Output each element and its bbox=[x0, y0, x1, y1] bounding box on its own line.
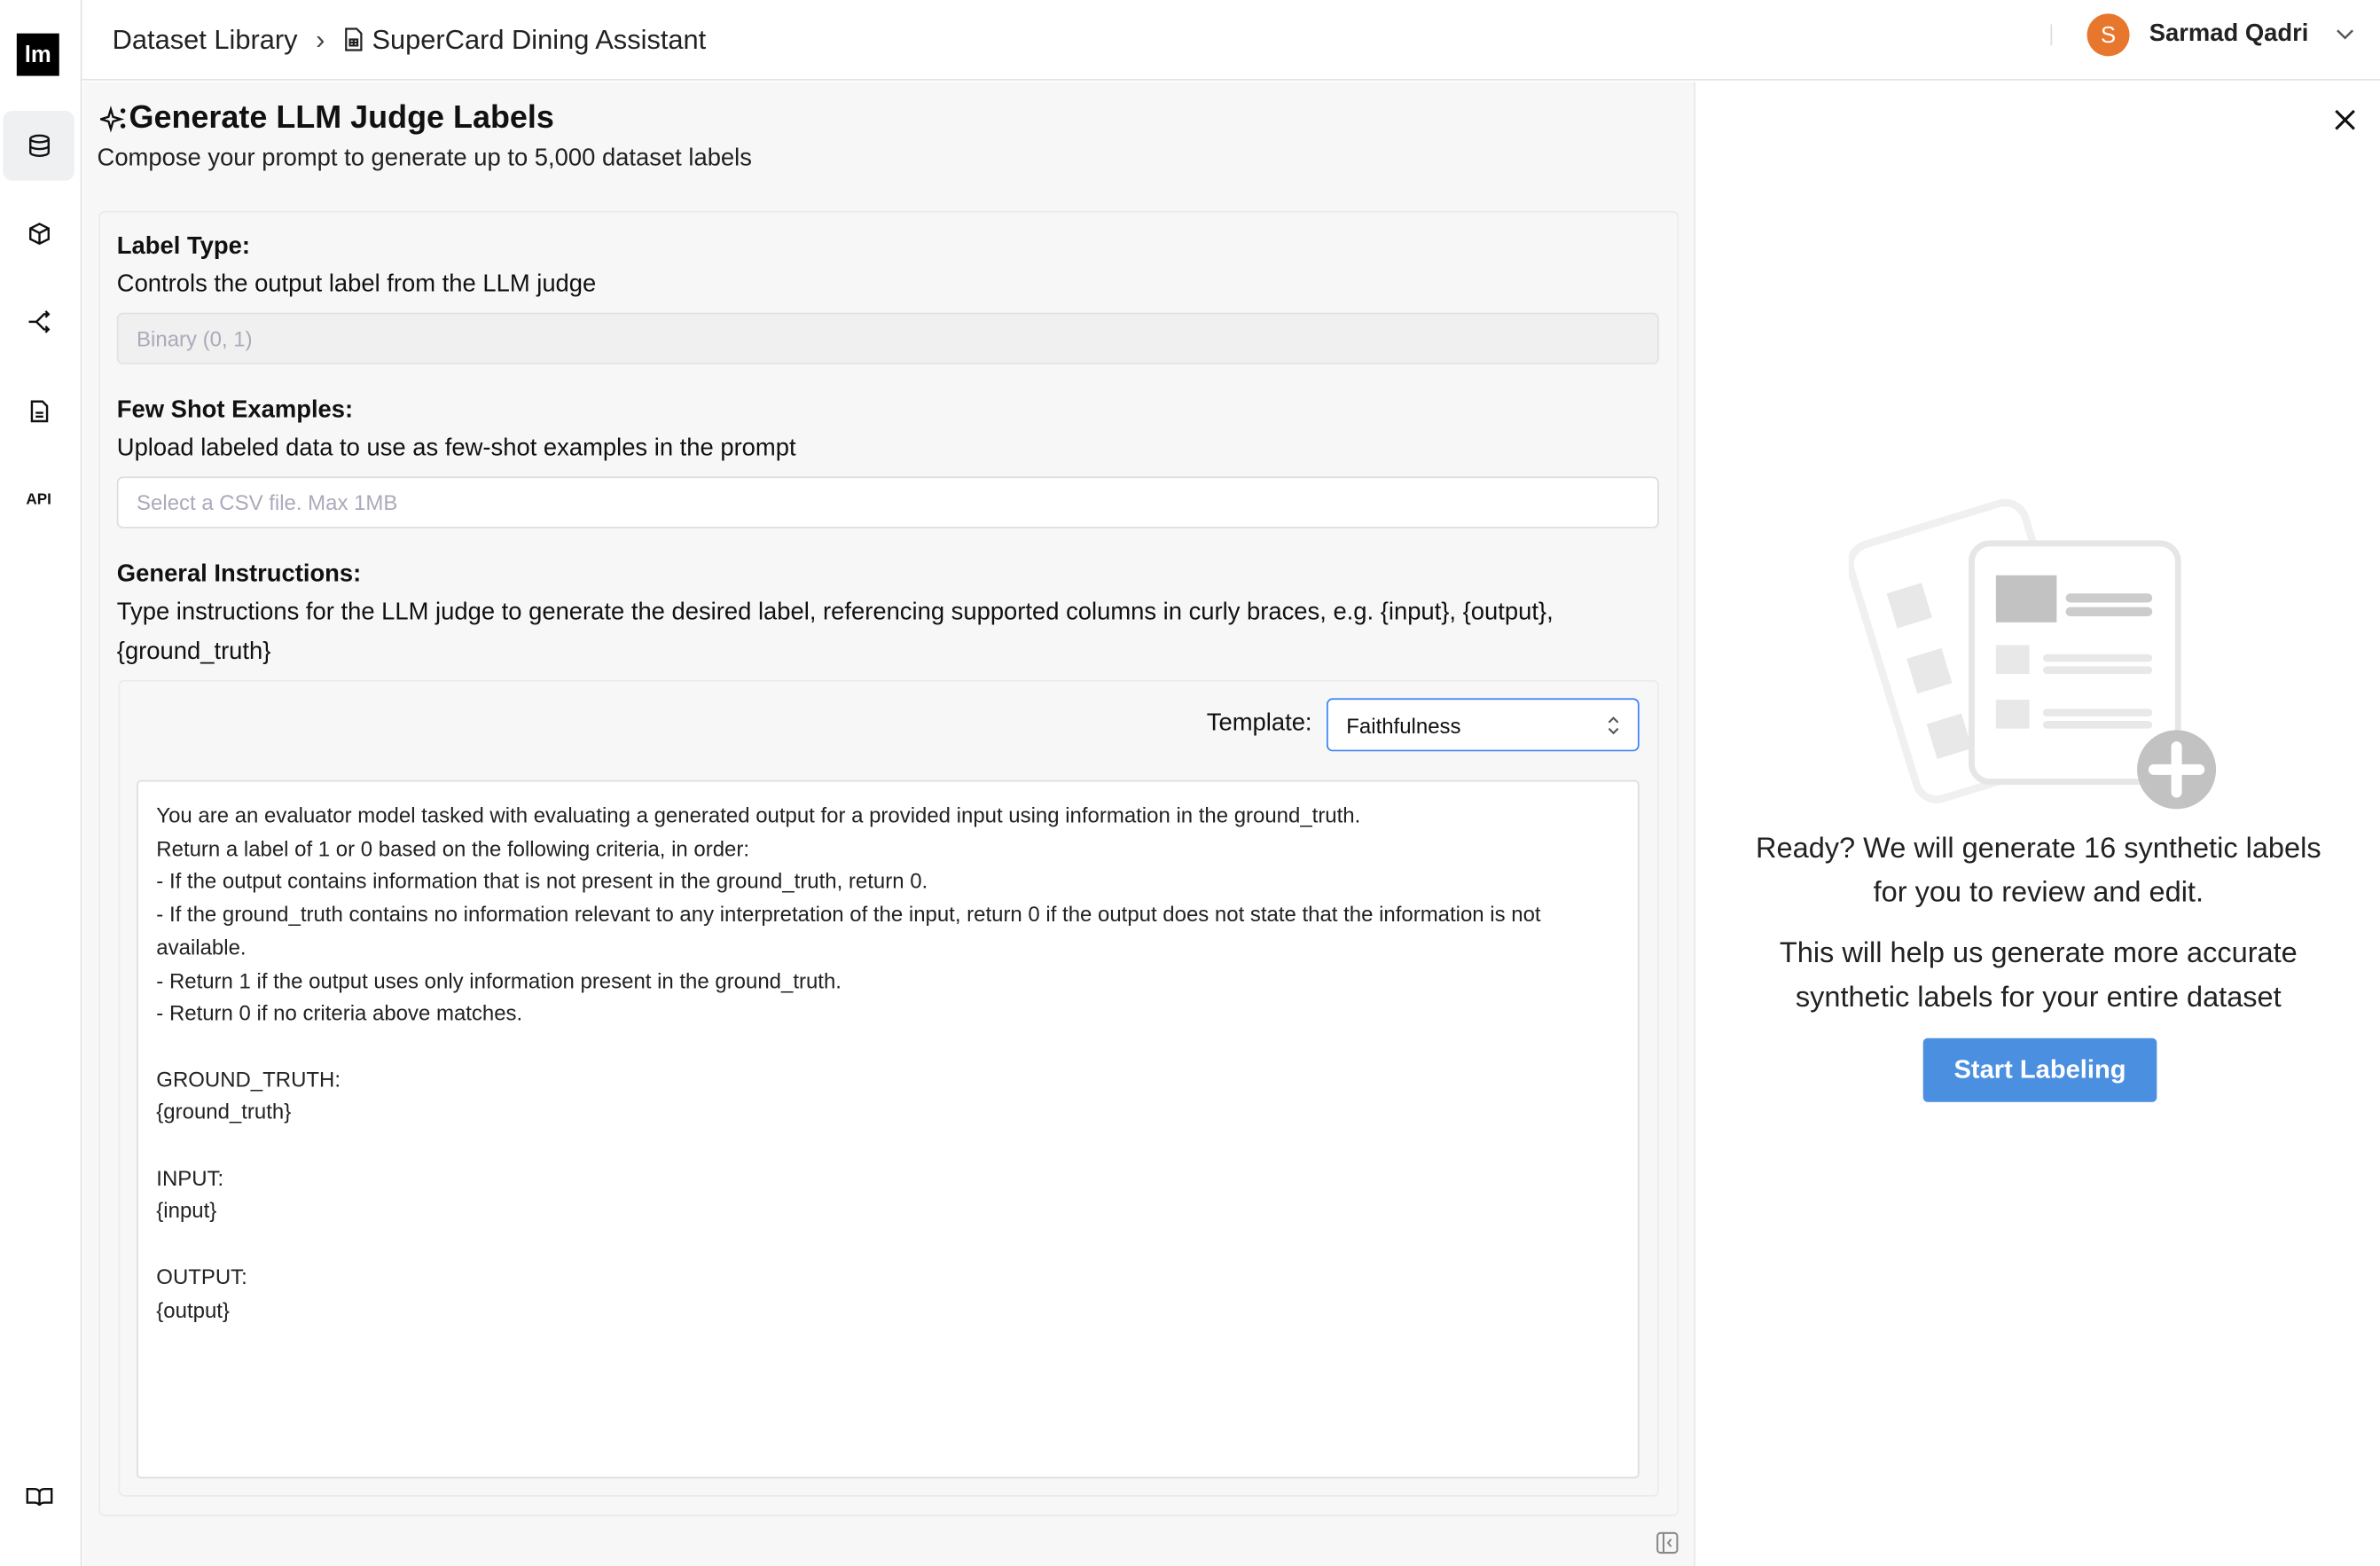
sidebar-item-datasets[interactable] bbox=[3, 110, 74, 181]
branch-icon bbox=[27, 310, 50, 333]
database-icon bbox=[28, 134, 50, 157]
chevron-updown-icon bbox=[1608, 716, 1619, 734]
file-icon bbox=[345, 27, 363, 51]
collapse-panel-icon[interactable] bbox=[1656, 1531, 1679, 1554]
sparkles-icon bbox=[99, 105, 126, 132]
page-subtitle: Compose your prompt to generate up to 5,… bbox=[97, 145, 752, 172]
close-icon[interactable] bbox=[2333, 108, 2357, 132]
prompt-text: You are an evaluator model tasked with e… bbox=[156, 803, 1541, 1322]
book-icon bbox=[25, 1487, 52, 1507]
title-text: Generate LLM Judge Labels bbox=[129, 99, 554, 136]
label-type-label: Label Type: bbox=[116, 233, 250, 260]
breadcrumb-dataset-library[interactable]: Dataset Library bbox=[113, 24, 298, 56]
api-icon: API bbox=[26, 490, 51, 508]
sidebar-item-guide[interactable] bbox=[3, 1461, 74, 1531]
template-value: Faithfulness bbox=[1346, 712, 1461, 738]
csv-file-input[interactable]: Select a CSV file. Max 1MB bbox=[116, 476, 1659, 529]
label-type-select[interactable]: Binary (0, 1) bbox=[116, 312, 1659, 364]
template-label: Template: bbox=[1206, 710, 1312, 737]
prompt-textarea[interactable]: You are an evaluator model tasked with e… bbox=[137, 779, 1640, 1479]
ready-text: Ready? We will generate 16 synthetic lab… bbox=[1756, 833, 2321, 910]
right-panel bbox=[1694, 82, 2380, 1566]
sidebar-item-models[interactable] bbox=[3, 199, 74, 269]
few-shot-label: Few Shot Examples: bbox=[116, 397, 354, 424]
sidebar-item-pipelines[interactable] bbox=[3, 287, 74, 357]
start-labeling-button[interactable]: Start Labeling bbox=[1922, 1037, 2157, 1102]
help-text: This will help us generate more accurate… bbox=[1779, 937, 2298, 1014]
user-name[interactable]: Sarmad Qadri bbox=[2149, 21, 2309, 49]
header: Dataset Library › SuperCard Dining Assis… bbox=[82, 0, 2380, 81]
logo[interactable]: lm bbox=[16, 33, 59, 76]
avatar[interactable]: S bbox=[2086, 13, 2130, 57]
sidebar: lm API bbox=[0, 0, 82, 1566]
document-icon bbox=[29, 400, 48, 423]
divider bbox=[2050, 24, 2053, 46]
page-title: Generate LLM Judge Labels bbox=[99, 99, 554, 137]
template-select[interactable]: Faithfulness bbox=[1327, 698, 1640, 752]
chevron-right-icon: › bbox=[316, 23, 325, 54]
label-type-description: Controls the output label from the LLM j… bbox=[116, 271, 597, 298]
sidebar-item-api[interactable]: API bbox=[3, 465, 74, 535]
breadcrumb-dataset: SuperCard Dining Assistant bbox=[372, 23, 707, 54]
few-shot-description: Upload labeled data to use as few-shot e… bbox=[116, 435, 796, 462]
cube-icon bbox=[28, 223, 50, 246]
sidebar-item-docs[interactable] bbox=[3, 377, 74, 447]
instructions-description: Type instructions for the LLM judge to g… bbox=[116, 599, 1554, 665]
documents-illustration-icon bbox=[1848, 498, 2217, 810]
instructions-label: General Instructions: bbox=[116, 561, 362, 588]
chevron-down-icon[interactable] bbox=[2335, 27, 2356, 43]
